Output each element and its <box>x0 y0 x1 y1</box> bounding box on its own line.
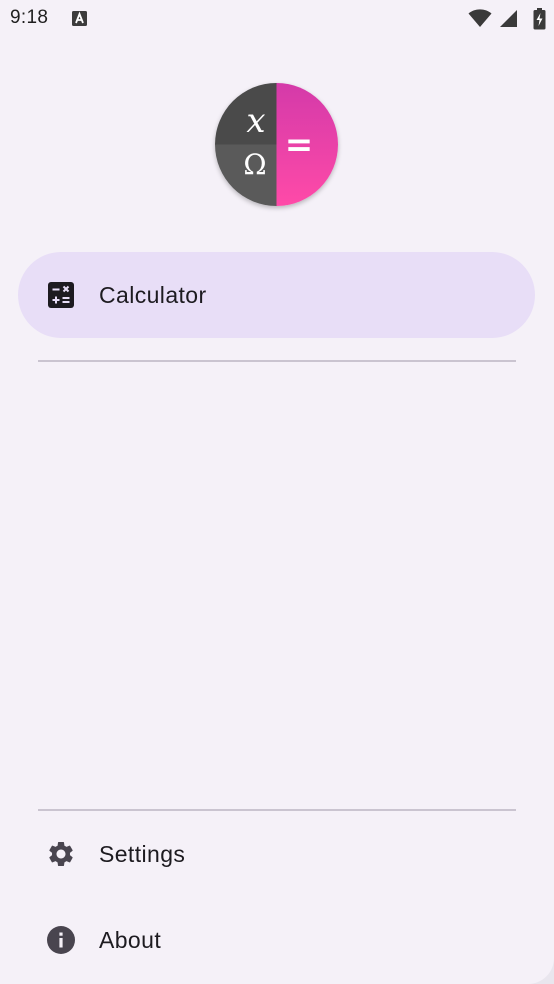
drawer-item-calculator[interactable]: Calculator <box>18 252 535 338</box>
drawer-item-label: About <box>99 927 162 953</box>
drawer-item-label: Settings <box>99 841 186 867</box>
logo-omega-symbol: Ω <box>243 148 266 181</box>
info-icon <box>46 925 76 955</box>
drawer-item-settings[interactable]: Settings <box>18 811 535 897</box>
status-bar: 9:18 <box>0 0 554 38</box>
top-divider <box>38 360 516 362</box>
wifi-icon <box>468 9 492 27</box>
navigation-drawer-screen: 9:18 x Ω = Calculator Settings About <box>0 0 554 984</box>
battery-charging-icon <box>533 8 546 30</box>
logo-x-symbol: x <box>246 101 265 141</box>
logo-equals-symbol: = <box>285 125 314 165</box>
app-logo: x Ω = <box>215 83 338 206</box>
cell-signal-icon <box>500 10 517 27</box>
gear-icon <box>46 839 76 869</box>
status-time: 9:18 <box>10 7 49 28</box>
a-notification-icon <box>72 11 87 26</box>
drawer-item-label: Calculator <box>99 282 207 308</box>
calculator-icon <box>46 280 76 310</box>
drawer-item-about[interactable]: About <box>18 897 535 983</box>
